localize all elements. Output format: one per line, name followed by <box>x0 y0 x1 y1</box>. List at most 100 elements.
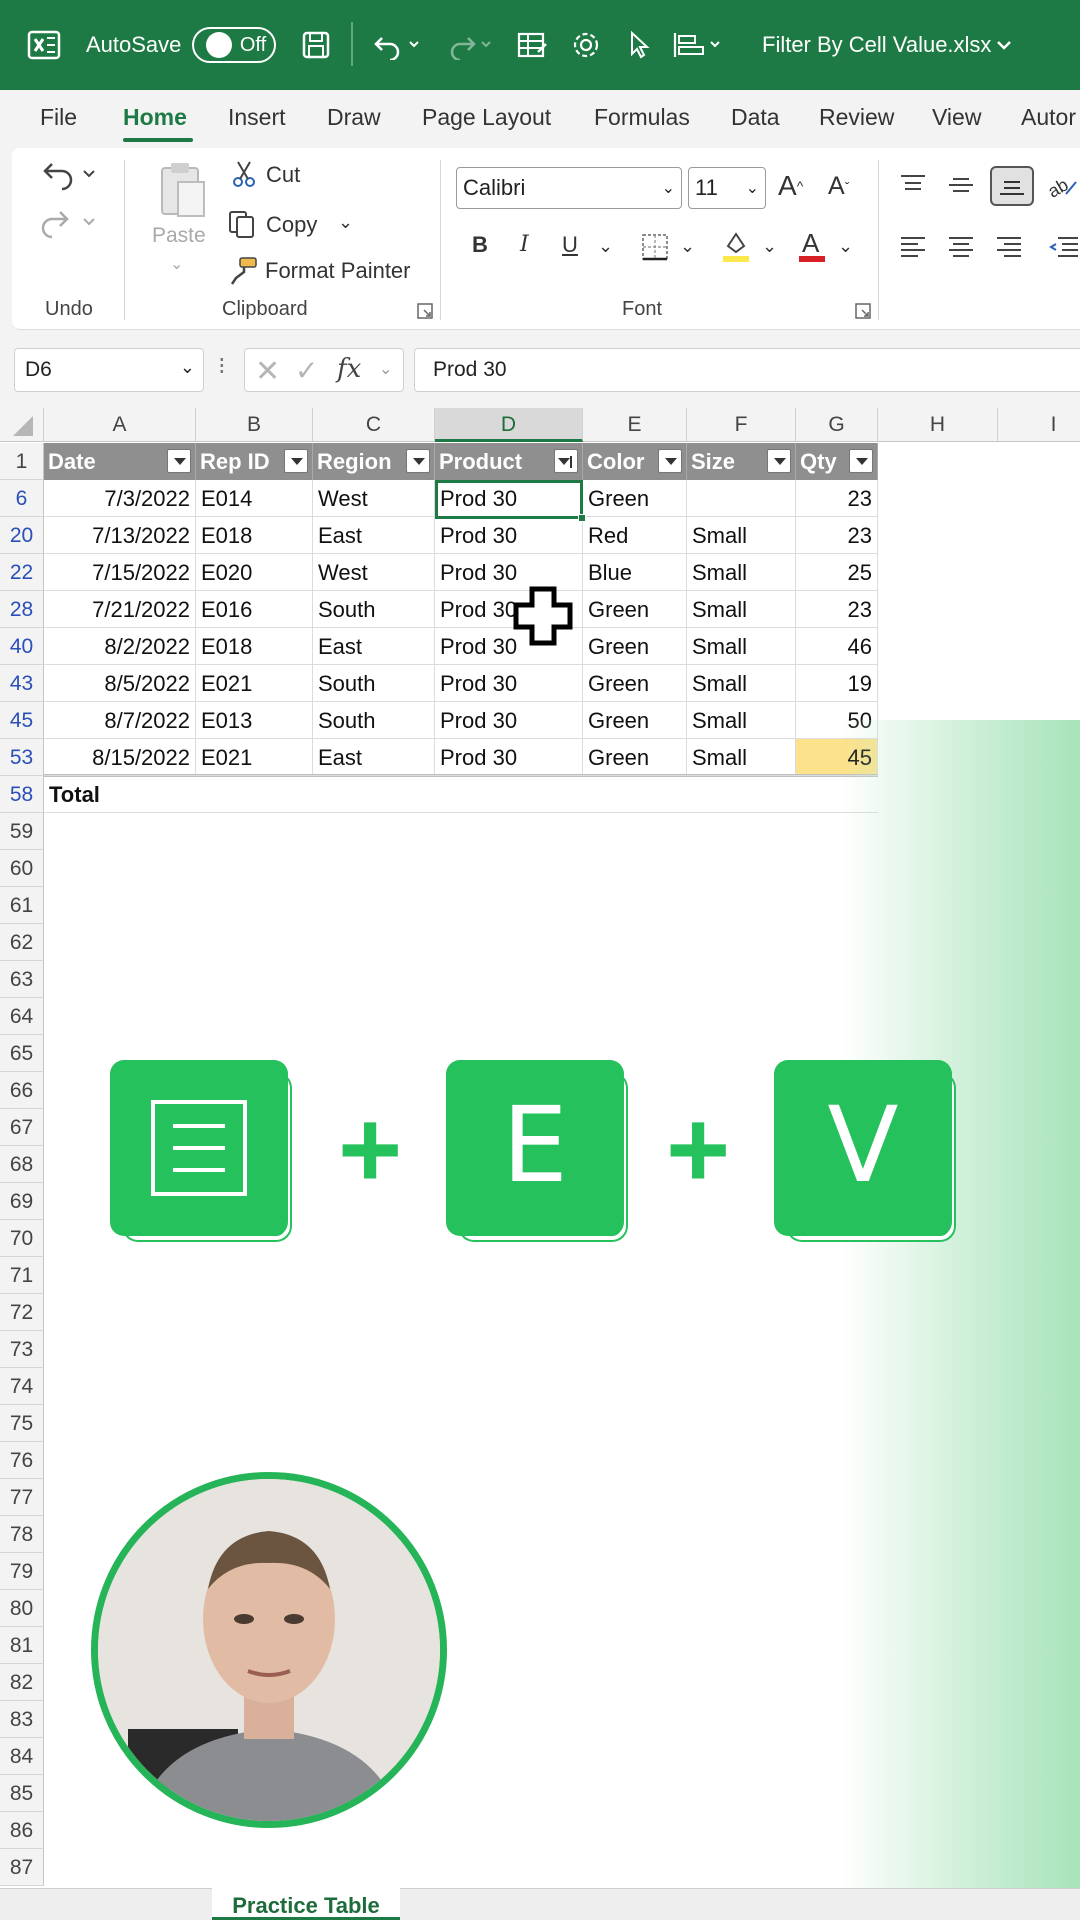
row-header[interactable]: 84 <box>0 1738 44 1775</box>
font-launcher-icon[interactable] <box>854 302 872 320</box>
font-size-select[interactable]: 11 ⌄ <box>688 167 766 209</box>
column-header-e[interactable]: E <box>583 408 687 442</box>
row-header[interactable]: 79 <box>0 1553 44 1590</box>
cell-rep-id[interactable]: E018 <box>196 517 313 554</box>
row-header[interactable]: 74 <box>0 1368 44 1405</box>
cell-qty[interactable]: 25 <box>796 554 878 591</box>
paste-chevron-icon[interactable]: ⌄ <box>170 254 183 274</box>
cell-rep-id[interactable]: E013 <box>196 702 313 739</box>
ribbon-undo-icon[interactable] <box>40 156 100 192</box>
cell-color[interactable]: Blue <box>583 554 687 591</box>
row-header[interactable]: 86 <box>0 1812 44 1849</box>
row-header[interactable]: 70 <box>0 1220 44 1257</box>
tab-page-layout[interactable]: Page Layout <box>422 104 551 131</box>
row-header[interactable]: 77 <box>0 1479 44 1516</box>
cell-size[interactable] <box>687 480 796 517</box>
font-color-icon[interactable]: A <box>796 228 828 264</box>
cell-product[interactable]: Prod 30 <box>435 702 583 739</box>
cell-rep-id[interactable]: E014 <box>196 480 313 517</box>
align-top-icon[interactable] <box>898 170 928 200</box>
row-header[interactable]: 43 <box>0 665 44 702</box>
cell-size[interactable]: Small <box>687 739 796 776</box>
cell-size[interactable]: Small <box>687 554 796 591</box>
row-header[interactable]: 71 <box>0 1257 44 1294</box>
file-title[interactable]: Filter By Cell Value.xlsx <box>762 0 991 90</box>
gear-icon[interactable] <box>566 0 606 90</box>
paste-icon[interactable] <box>156 160 210 222</box>
cell-date[interactable]: 7/21/2022 <box>44 591 196 628</box>
cell-color[interactable]: Green <box>583 665 687 702</box>
copy-icon[interactable] <box>228 210 258 238</box>
column-header-b[interactable]: B <box>196 408 313 442</box>
copy-chevron-icon[interactable]: ⌄ <box>338 212 353 233</box>
underline-button[interactable]: U <box>562 232 578 258</box>
cell-region[interactable]: East <box>313 628 435 665</box>
align-center-text-icon[interactable] <box>946 232 976 262</box>
cell-qty[interactable]: 19 <box>796 665 878 702</box>
filter-dropdown-icon[interactable] <box>167 449 191 473</box>
copy-button[interactable]: Copy <box>266 212 317 238</box>
chevron-down-icon[interactable] <box>992 0 1016 90</box>
cell-region[interactable]: East <box>313 517 435 554</box>
column-header-g[interactable]: G <box>796 408 878 442</box>
tab-home[interactable]: Home <box>123 104 187 131</box>
row-header[interactable]: 75 <box>0 1405 44 1442</box>
cell-product[interactable]: Prod 30 <box>435 665 583 702</box>
cell-color[interactable]: Red <box>583 517 687 554</box>
insert-function-button[interactable]: fx <box>337 354 361 384</box>
tab-review[interactable]: Review <box>819 104 894 131</box>
cell-product[interactable]: Prod 30 <box>435 517 583 554</box>
column-header-d[interactable]: D <box>435 408 583 442</box>
redo-icon[interactable] <box>440 0 498 90</box>
cell-region[interactable]: South <box>313 702 435 739</box>
table-format-icon[interactable] <box>512 0 552 90</box>
cut-button[interactable]: Cut <box>266 162 300 188</box>
tab-view[interactable]: View <box>932 104 981 131</box>
align-bottom-icon[interactable] <box>990 166 1034 206</box>
row-header[interactable]: 64 <box>0 998 44 1035</box>
cell-size[interactable]: Small <box>687 702 796 739</box>
row-header[interactable]: 73 <box>0 1331 44 1368</box>
row-header[interactable]: 72 <box>0 1294 44 1331</box>
paste-button[interactable]: Paste <box>152 224 206 248</box>
row-header[interactable]: 58 <box>0 776 44 813</box>
cell-rep-id[interactable]: E018 <box>196 628 313 665</box>
pointer-icon[interactable] <box>620 0 660 90</box>
borders-icon[interactable] <box>640 232 670 262</box>
cell-size[interactable]: Small <box>687 591 796 628</box>
row-header[interactable]: 20 <box>0 517 44 554</box>
cell-region[interactable]: East <box>313 739 435 776</box>
format-painter-icon[interactable] <box>228 256 258 286</box>
cell-date[interactable]: 8/2/2022 <box>44 628 196 665</box>
fill-color-chevron-icon[interactable]: ⌄ <box>762 236 777 257</box>
cell-color[interactable]: Green <box>583 702 687 739</box>
row-header[interactable]: 76 <box>0 1442 44 1479</box>
row-header[interactable]: 45 <box>0 702 44 739</box>
row-header[interactable]: 85 <box>0 1775 44 1812</box>
align-right-text-icon[interactable] <box>994 232 1024 262</box>
ribbon-redo-icon[interactable] <box>40 204 100 240</box>
cell-region[interactable]: South <box>313 591 435 628</box>
cell-rep-id[interactable]: E016 <box>196 591 313 628</box>
align-left-icon[interactable] <box>668 0 730 90</box>
row-header[interactable]: 60 <box>0 850 44 887</box>
decrease-indent-icon[interactable] <box>1048 232 1078 262</box>
save-icon[interactable] <box>296 0 336 90</box>
font-color-chevron-icon[interactable]: ⌄ <box>838 236 853 257</box>
formula-input[interactable]: Prod 30 <box>414 348 1080 392</box>
clipboard-launcher-icon[interactable] <box>416 302 434 320</box>
borders-chevron-icon[interactable]: ⌄ <box>680 236 695 257</box>
filter-dropdown-icon[interactable] <box>849 449 873 473</box>
cell-date[interactable]: 8/15/2022 <box>44 739 196 776</box>
font-family-select[interactable]: Calibri ⌄ <box>456 167 682 209</box>
row-header[interactable]: 1 <box>0 443 44 480</box>
row-header[interactable]: 61 <box>0 887 44 924</box>
cell-qty[interactable]: 46 <box>796 628 878 665</box>
row-header[interactable]: 59 <box>0 813 44 850</box>
row-header[interactable]: 62 <box>0 924 44 961</box>
tab-automate[interactable]: Autor <box>1021 104 1076 131</box>
tab-data[interactable]: Data <box>731 104 780 131</box>
align-middle-icon[interactable] <box>946 170 976 200</box>
cell-date[interactable]: 7/3/2022 <box>44 480 196 517</box>
row-header[interactable]: 28 <box>0 591 44 628</box>
